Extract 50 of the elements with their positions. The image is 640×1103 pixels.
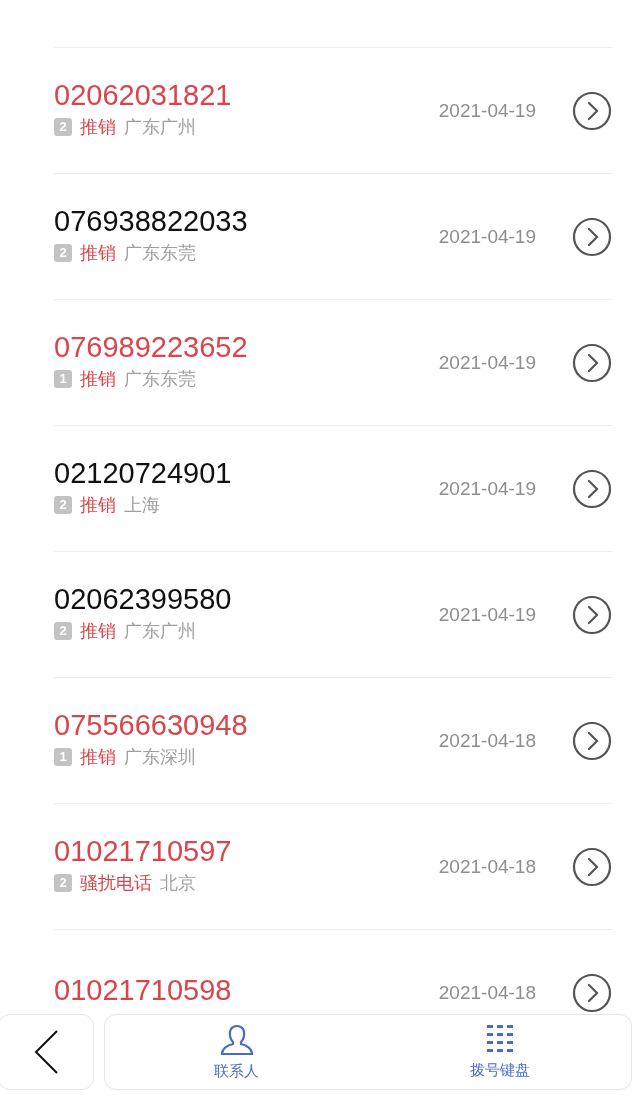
call-count-badge: 2 <box>54 117 72 136</box>
tab-button[interactable]: 拨号键盘 <box>368 1015 631 1089</box>
info-chevron-icon[interactable] <box>572 342 612 383</box>
caller-location: 广东东莞 <box>124 241 196 264</box>
call-date: 2021-04-19 <box>438 603 536 626</box>
spam-tag: 推销 <box>80 619 116 642</box>
person-icon <box>219 1023 254 1056</box>
phone-number: 01021710597 <box>54 833 233 868</box>
phone-number: 02062031821 <box>54 77 233 112</box>
call-date: 2021-04-19 <box>438 99 536 122</box>
call-date: 2021-04-18 <box>438 855 536 878</box>
call-count-badge: 1 <box>54 747 72 766</box>
spam-tag: 推销 <box>80 367 116 390</box>
phone-number: 02120724901 <box>54 455 233 490</box>
phone-number: 076989223652 <box>54 329 249 364</box>
info-chevron-icon[interactable] <box>572 972 612 1013</box>
caller-location: 北京 <box>160 871 196 894</box>
spam-tag: 推销 <box>80 745 116 768</box>
call-date: 2021-04-18 <box>438 729 536 752</box>
call-date: 2021-04-19 <box>438 351 536 374</box>
call-date: 2021-04-19 <box>438 477 536 500</box>
spam-tag: 骚扰电话 <box>80 871 152 894</box>
caller-location: 广东东莞 <box>124 367 196 390</box>
call-count-badge: 2 <box>54 873 72 892</box>
phone-number: 02062399580 <box>54 581 233 616</box>
spam-tag: 推销 <box>80 493 116 516</box>
spam-tag: 推销 <box>80 241 116 264</box>
spam-tag: 推销 <box>80 115 116 138</box>
caller-location: 广东广州 <box>124 619 196 642</box>
call-count-badge: 2 <box>54 243 72 262</box>
caller-location: 广东深圳 <box>124 745 196 768</box>
keypad-icon <box>486 1024 513 1055</box>
info-chevron-icon[interactable] <box>572 594 612 635</box>
phone-number: 01021710598 <box>54 972 233 1007</box>
call-date: 2021-04-19 <box>438 225 536 248</box>
info-chevron-icon[interactable] <box>572 720 612 761</box>
info-chevron-icon[interactable] <box>572 90 612 131</box>
call-count-badge: 2 <box>54 495 72 514</box>
info-chevron-icon[interactable] <box>572 468 612 509</box>
call-count-badge: 1 <box>54 369 72 388</box>
phone-number: 075566630948 <box>54 707 249 742</box>
phone-number: 076938822033 <box>54 203 249 238</box>
back-icon <box>33 1029 59 1075</box>
caller-location: 上海 <box>124 493 160 516</box>
tab-button[interactable]: 联系人 <box>105 1015 368 1089</box>
call-count-badge: 2 <box>54 621 72 640</box>
call-date: 2021-04-18 <box>438 981 536 1004</box>
info-chevron-icon[interactable] <box>572 846 612 887</box>
info-chevron-icon[interactable] <box>572 216 612 257</box>
caller-location: 广东广州 <box>124 115 196 138</box>
